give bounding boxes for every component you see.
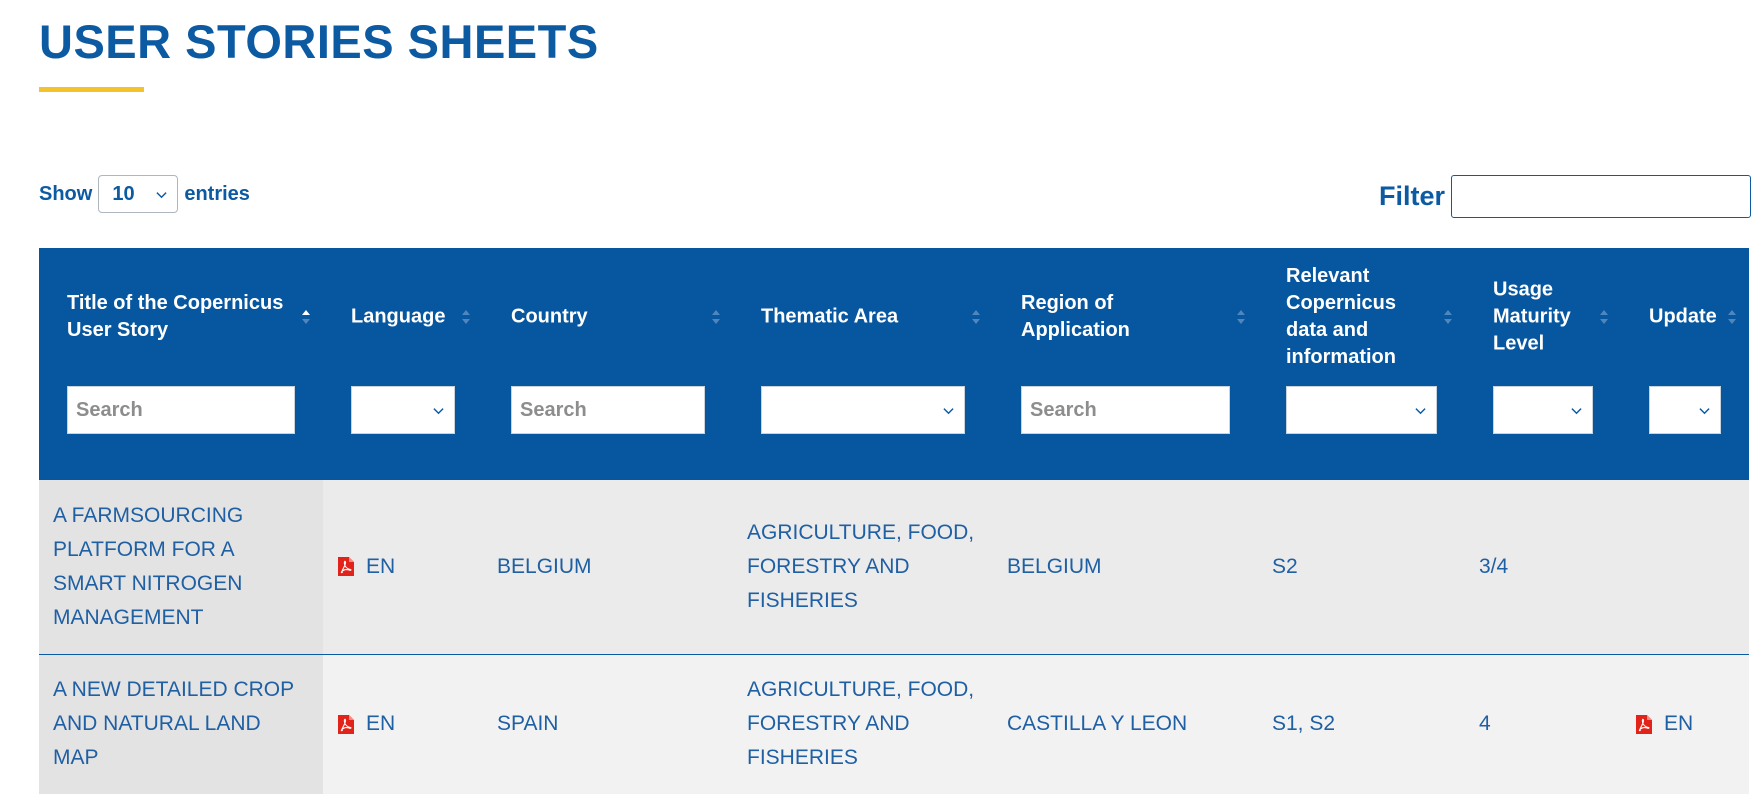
sort-arrows-icon <box>302 310 310 324</box>
col-header-country[interactable]: Country <box>483 248 733 386</box>
col-header-label: Relevant Copernicus data and information <box>1286 265 1397 368</box>
sort-arrows-icon <box>1600 310 1608 324</box>
col-header-label: Usage Maturity Level <box>1493 278 1571 355</box>
entries-label: entries <box>184 182 250 205</box>
col-header-label: Region of Application <box>1021 292 1130 341</box>
title-search-input[interactable]: Search <box>67 386 295 434</box>
update-cell <box>1621 480 1749 654</box>
entries-length-control: Show 10 entries <box>39 175 250 213</box>
col-header-label: Country <box>511 305 588 328</box>
region-cell: BELGIUM <box>1007 554 1102 578</box>
maturity-cell: 3/4 <box>1479 554 1509 578</box>
entries-select[interactable]: 10 <box>98 175 179 213</box>
chevron-down-icon <box>156 191 167 198</box>
thematic-area-cell: AGRICULTURE, FOOD, FORESTRY AND FISHERIE… <box>747 520 975 612</box>
thematic-area-cell: AGRICULTURE, FOOD, FORESTRY AND FISHERIE… <box>747 678 975 770</box>
chevron-down-icon <box>1415 407 1426 414</box>
copernicus-data-cell: S1, S2 <box>1272 712 1336 736</box>
chevron-down-icon <box>943 407 954 414</box>
sort-arrows-icon <box>1237 310 1245 324</box>
language-filter-select[interactable] <box>351 386 455 434</box>
user-stories-table: Title of the Copernicus User Story Langu… <box>39 248 1749 794</box>
entries-select-value: 10 <box>112 182 135 205</box>
sort-arrows-icon <box>1728 310 1736 324</box>
col-header-thematic-area[interactable]: Thematic Area <box>733 248 993 386</box>
table-row: A FARMSOURCING PLATFORM FOR A SMART NITR… <box>39 480 1749 654</box>
country-cell: BELGIUM <box>497 554 592 578</box>
copernicus-data-cell: S2 <box>1272 554 1298 578</box>
col-header-region[interactable]: Region of Application <box>993 248 1258 386</box>
col-header-label: Language <box>351 305 446 328</box>
update-filter-select[interactable] <box>1649 386 1721 434</box>
update-label: EN <box>1664 712 1694 736</box>
copernicus-data-filter-select[interactable] <box>1286 386 1437 434</box>
global-filter: Filter <box>1379 175 1751 218</box>
table-row: A NEW DETAILED CROP AND NATURAL LAND MAP… <box>39 654 1749 794</box>
col-header-label: Title of the Copernicus User Story <box>67 292 284 341</box>
sort-arrows-icon <box>972 310 980 324</box>
page-title: USER STORIES SHEETS <box>39 15 599 68</box>
chevron-down-icon <box>1571 407 1582 414</box>
title-underline <box>39 87 144 92</box>
language-label: EN <box>366 712 396 736</box>
col-header-label: Thematic Area <box>761 305 899 328</box>
chevron-down-icon <box>1699 407 1710 414</box>
country-search-input[interactable]: Search <box>511 386 705 434</box>
language-label: EN <box>366 554 396 578</box>
update-cell: EN <box>1621 654 1749 794</box>
col-header-label: Update <box>1649 305 1717 328</box>
region-cell: CASTILLA Y LEON <box>1007 712 1188 736</box>
sort-arrows-icon <box>1444 310 1452 324</box>
filter-input[interactable] <box>1451 175 1751 218</box>
story-title-link[interactable]: A FARMSOURCING PLATFORM FOR A SMART NITR… <box>39 480 323 654</box>
maturity-filter-select[interactable] <box>1493 386 1593 434</box>
header-row: Title of the Copernicus User Story Langu… <box>39 248 1749 386</box>
col-header-maturity[interactable]: Usage Maturity Level <box>1465 248 1621 386</box>
thematic-area-filter-select[interactable] <box>761 386 965 434</box>
pdf-file-icon <box>338 714 354 734</box>
sort-arrows-icon <box>462 310 470 324</box>
update-pdf-link[interactable]: EN <box>1635 707 1735 741</box>
show-label: Show <box>39 182 93 205</box>
country-cell: SPAIN <box>497 712 559 736</box>
filter-label: Filter <box>1378 181 1445 211</box>
maturity-cell: 4 <box>1479 712 1491 736</box>
pdf-file-icon <box>338 557 354 577</box>
filter-row: Search Search Search <box>39 386 1749 480</box>
language-pdf-link[interactable]: EN <box>337 550 469 584</box>
language-cell: EN <box>323 480 483 654</box>
sort-arrows-icon <box>712 310 720 324</box>
col-header-language[interactable]: Language <box>323 248 483 386</box>
chevron-down-icon <box>433 407 444 414</box>
story-title-link[interactable]: A NEW DETAILED CROP AND NATURAL LAND MAP <box>39 654 323 794</box>
language-cell: EN <box>323 654 483 794</box>
col-header-title[interactable]: Title of the Copernicus User Story <box>39 248 323 386</box>
region-search-input[interactable]: Search <box>1021 386 1230 434</box>
col-header-copernicus-data[interactable]: Relevant Copernicus data and information <box>1258 248 1465 386</box>
pdf-file-icon <box>1636 714 1652 734</box>
language-pdf-link[interactable]: EN <box>337 707 469 741</box>
col-header-update[interactable]: Update <box>1621 248 1749 386</box>
